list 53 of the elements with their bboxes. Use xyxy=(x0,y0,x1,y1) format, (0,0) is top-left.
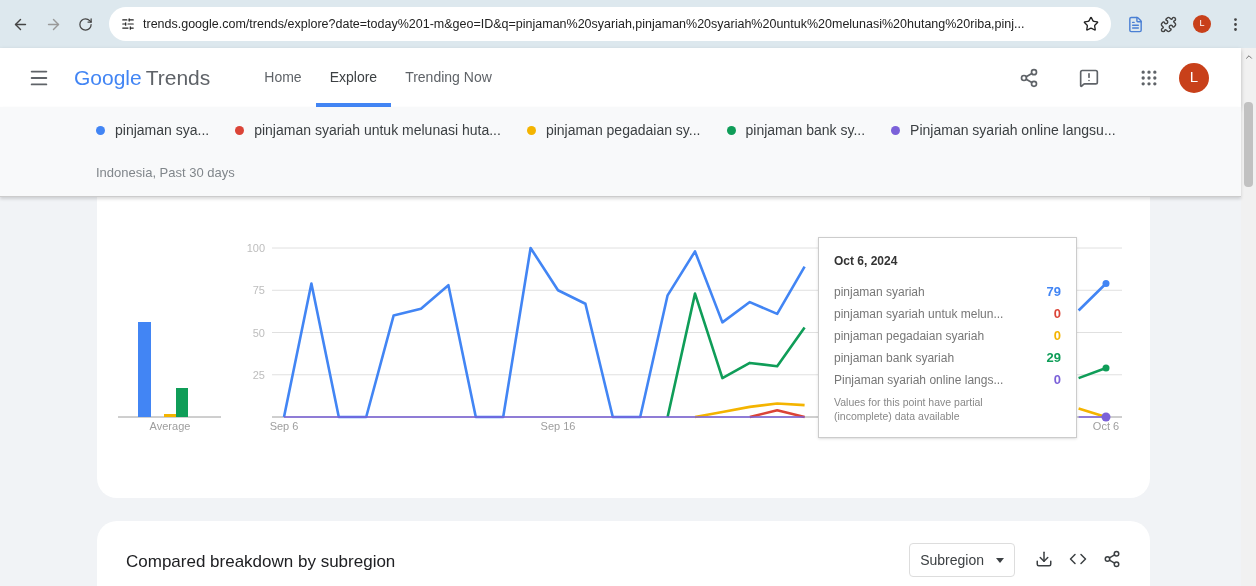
legend-item[interactable]: Pinjaman syariah online langsu... xyxy=(891,120,1116,141)
x-tick-label: Oct 6 xyxy=(1092,420,1120,432)
filter-summary: Indonesia, Past 30 days xyxy=(96,164,236,182)
nav-tab[interactable]: Trending Now xyxy=(391,48,506,107)
y-tick-label: 50 xyxy=(252,326,265,339)
document-icon[interactable] xyxy=(1127,15,1144,33)
legend-item[interactable]: pinjaman pegadaian sy... xyxy=(526,120,701,141)
tooltip-series-name: pinjaman syariah xyxy=(834,284,925,301)
tooltip-value: 0 xyxy=(1053,305,1061,323)
address-bar[interactable]: trends.google.com/trends/explore?date=today%201-m&geo=ID&q=pinjaman%20syariah,pinjaman%20syariah%20untuk%20melunasi%20hutang%20riba,pinj... xyxy=(109,7,1111,41)
profile-avatar[interactable]: L xyxy=(1193,15,1211,33)
tooltip-date: Oct 6, 2024 xyxy=(834,253,899,270)
tooltip-series-name: pinjaman pegadaian syariah xyxy=(834,328,985,345)
trends-wordmark: Trends xyxy=(145,64,211,91)
extensions-icon[interactable] xyxy=(1160,15,1177,33)
scrollbar[interactable] xyxy=(1241,48,1256,586)
share-icon[interactable] xyxy=(1103,550,1121,568)
tooltip-value: 79 xyxy=(1046,283,1061,301)
subregion-select[interactable]: Subregion xyxy=(909,543,1015,577)
nav-tab[interactable]: Home xyxy=(250,48,316,107)
y-tick-label: 75 xyxy=(252,284,265,297)
feedback-icon[interactable] xyxy=(1079,67,1099,88)
point-marker xyxy=(1101,412,1111,422)
x-tick-label: Sep 6 xyxy=(269,420,299,432)
bookmark-star-icon[interactable] xyxy=(1083,16,1099,32)
caret-icon xyxy=(996,557,1004,563)
tooltip-series-name: pinjaman bank syariah xyxy=(834,350,955,367)
breakdown-title: Compared breakdown by subregion xyxy=(126,551,396,573)
legend-item[interactable]: pinjaman sya... xyxy=(96,120,210,141)
legend-item[interactable]: pinjaman syariah untuk melunasi huta... xyxy=(235,120,501,141)
legend-item[interactable]: pinjaman bank sy... xyxy=(726,120,866,141)
tooltip-value: 0 xyxy=(1053,371,1061,389)
reload-icon[interactable] xyxy=(78,16,93,32)
scroll-up-icon[interactable] xyxy=(1243,52,1254,62)
tooltip-value: 0 xyxy=(1053,327,1061,345)
x-tick-label: Sep 16 xyxy=(540,420,576,432)
tooltip-note: Values for this point have partial (incomplete) data available xyxy=(834,395,984,423)
y-tick-label: 100 xyxy=(246,242,265,254)
url-text: trends.google.com/trends/explore?date=today%201-m&geo=ID&q=pinjaman%20syariah,pinjaman%20syariah%20untuk%20melunasi%20hutang%20riba,pinj... xyxy=(143,15,1026,33)
point-marker xyxy=(1102,364,1110,372)
tooltip-value: 29 xyxy=(1046,349,1061,367)
google-wordmark: Google xyxy=(74,64,142,91)
point-marker xyxy=(1102,280,1110,287)
tooltip-series-name: Pinjaman syariah online langs... xyxy=(834,372,1004,389)
share-icon[interactable] xyxy=(1019,67,1039,88)
logo[interactable]: Google Trends xyxy=(74,61,211,94)
site-info-icon[interactable] xyxy=(121,17,135,31)
download-icon[interactable] xyxy=(1035,550,1053,568)
y-tick-label: 25 xyxy=(252,368,265,381)
tooltip-series-name: pinjaman syariah untuk melun... xyxy=(834,306,1004,323)
scroll-thumb[interactable] xyxy=(1244,102,1253,187)
average-label: Average xyxy=(149,420,191,432)
account-avatar[interactable]: L xyxy=(1179,62,1209,93)
